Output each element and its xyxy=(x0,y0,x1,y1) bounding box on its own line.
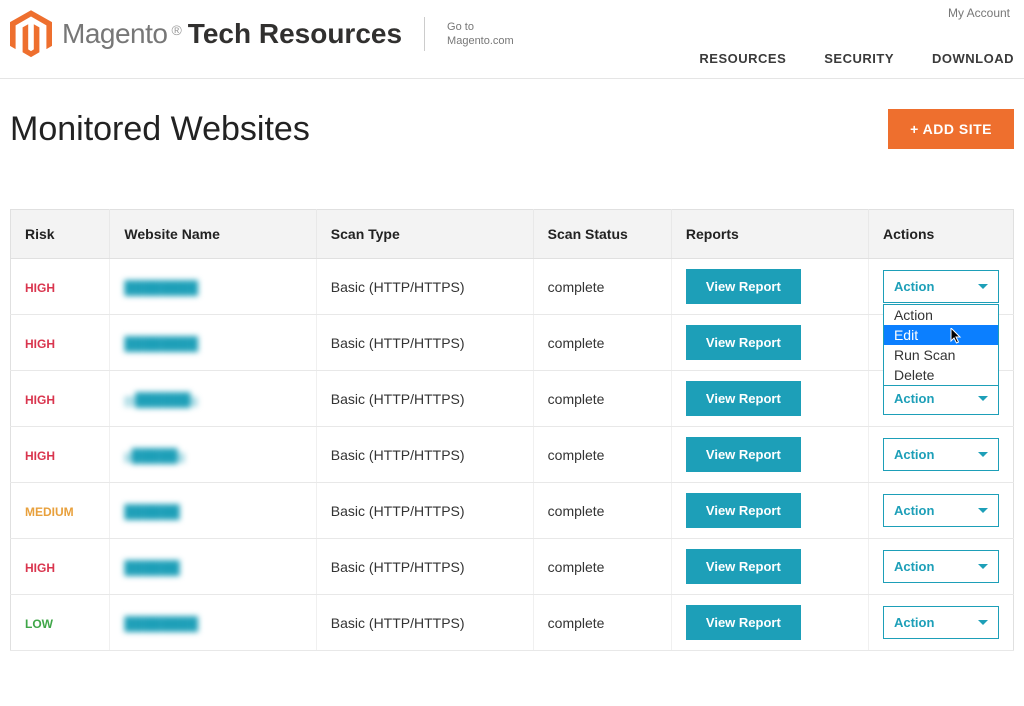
table-header-row: Risk Website Name Scan Type Scan Status … xyxy=(11,210,1014,259)
cursor-icon xyxy=(950,328,964,346)
logo-text: Magento® Tech Resources xyxy=(62,18,402,50)
website-name-link[interactable]: ██████ xyxy=(124,560,179,575)
action-dropdown-button[interactable]: Action xyxy=(883,606,999,639)
scan-type: Basic (HTTP/HTTPS) xyxy=(316,259,533,315)
divider xyxy=(424,17,425,51)
risk-badge: HIGH xyxy=(25,561,55,575)
scan-status: complete xyxy=(533,539,671,595)
table-row: HIGH ████████ Basic (HTTP/HTTPS)complete Vi… xyxy=(11,315,1014,371)
chevron-down-icon xyxy=(978,452,988,457)
dropdown-item-action[interactable]: Action xyxy=(884,305,998,325)
action-dropdown-button[interactable]: Action xyxy=(883,270,999,303)
chevron-down-icon xyxy=(978,284,988,289)
th-status: Scan Status xyxy=(533,210,671,259)
view-report-button[interactable]: View Report xyxy=(686,325,801,360)
view-report-button[interactable]: View Report xyxy=(686,381,801,416)
dropdown-item-edit[interactable]: Edit xyxy=(884,325,998,345)
view-report-button[interactable]: View Report xyxy=(686,269,801,304)
my-account-link[interactable]: My Account xyxy=(948,6,1010,20)
action-label: Action xyxy=(894,279,934,294)
action-dropdown-button[interactable]: Action xyxy=(883,494,999,527)
scan-status: complete xyxy=(533,427,671,483)
view-report-button[interactable]: View Report xyxy=(686,493,801,528)
websites-table: Risk Website Name Scan Type Scan Status … xyxy=(10,209,1014,651)
risk-badge: HIGH xyxy=(25,449,55,463)
page-head: Monitored Websites + ADD SITE xyxy=(10,109,1014,149)
header: Magento® Tech Resources Go to Magento.co… xyxy=(0,0,1024,79)
th-actions: Actions xyxy=(868,210,1013,259)
action-label: Action xyxy=(894,447,934,462)
nav: RESOURCES SECURITY DOWNLOAD xyxy=(699,51,1014,66)
chevron-down-icon xyxy=(978,508,988,513)
nav-resources[interactable]: RESOURCES xyxy=(699,51,786,66)
th-reports: Reports xyxy=(671,210,868,259)
scan-type: Basic (HTTP/HTTPS) xyxy=(316,539,533,595)
chevron-down-icon xyxy=(978,396,988,401)
scan-type: Basic (HTTP/HTTPS) xyxy=(316,427,533,483)
website-name-link[interactable]: ██████ xyxy=(124,504,179,519)
action-label: Action xyxy=(894,391,934,406)
scan-status: complete xyxy=(533,371,671,427)
table-row: HIGH m██████o Basic (HTTP/HTTPS)complete Vi… xyxy=(11,371,1014,427)
action-label: Action xyxy=(894,559,934,574)
scan-status: complete xyxy=(533,315,671,371)
scan-type: Basic (HTTP/HTTPS) xyxy=(316,483,533,539)
action-dropdown-button[interactable]: Action xyxy=(883,438,999,471)
table-row: LOW ████████ Basic (HTTP/HTTPS)complete Vie… xyxy=(11,595,1014,651)
dropdown-item-delete[interactable]: Delete xyxy=(884,365,998,385)
th-risk: Risk xyxy=(11,210,110,259)
scan-type: Basic (HTTP/HTTPS) xyxy=(316,371,533,427)
scan-type: Basic (HTTP/HTTPS) xyxy=(316,315,533,371)
logo[interactable]: Magento® Tech Resources xyxy=(10,10,402,58)
chevron-down-icon xyxy=(978,564,988,569)
chevron-down-icon xyxy=(978,620,988,625)
website-name-link[interactable]: ████████ xyxy=(124,616,198,631)
magento-logo-icon xyxy=(10,10,52,58)
action-dropdown-button[interactable]: Action xyxy=(883,550,999,583)
goto-link[interactable]: Go to Magento.com xyxy=(447,20,514,49)
table-row: HIGH ██████ Basic (HTTP/HTTPS)complete View… xyxy=(11,539,1014,595)
risk-badge: HIGH xyxy=(25,281,55,295)
scan-status: complete xyxy=(533,259,671,315)
scan-type: Basic (HTTP/HTTPS) xyxy=(316,595,533,651)
website-name-link[interactable]: ████████ xyxy=(124,336,198,351)
website-name-link[interactable]: p█████o xyxy=(124,448,185,463)
website-name-link[interactable]: m██████o xyxy=(124,392,197,407)
page-title: Monitored Websites xyxy=(10,110,310,149)
action-label: Action xyxy=(894,503,934,518)
page: Monitored Websites + ADD SITE Risk Websi… xyxy=(0,79,1024,661)
nav-download[interactable]: DOWNLOAD xyxy=(932,51,1014,66)
risk-badge: LOW xyxy=(25,617,53,631)
action-dropdown-button[interactable]: Action xyxy=(883,382,999,415)
risk-badge: MEDIUM xyxy=(25,505,74,519)
scan-status: complete xyxy=(533,595,671,651)
risk-badge: HIGH xyxy=(25,337,55,351)
th-name: Website Name xyxy=(110,210,316,259)
action-label: Action xyxy=(894,615,934,630)
table-row: MEDIUM ██████ Basic (HTTP/HTTPS)complete Vi… xyxy=(11,483,1014,539)
dropdown-item-run-scan[interactable]: Run Scan xyxy=(884,345,998,365)
website-name-link[interactable]: ████████ xyxy=(124,280,198,295)
th-type: Scan Type xyxy=(316,210,533,259)
scan-status: complete xyxy=(533,483,671,539)
add-site-button[interactable]: + ADD SITE xyxy=(888,109,1014,149)
risk-badge: HIGH xyxy=(25,393,55,407)
table-row: HIGH ████████ Basic (HTTP/HTTPS)complete Vi… xyxy=(11,259,1014,315)
view-report-button[interactable]: View Report xyxy=(686,605,801,640)
view-report-button[interactable]: View Report xyxy=(686,437,801,472)
table-row: HIGH p█████o Basic (HTTP/HTTPS)complete Vie… xyxy=(11,427,1014,483)
action-dropdown-menu: ActionEditRun ScanDelete xyxy=(883,304,999,386)
nav-security[interactable]: SECURITY xyxy=(824,51,894,66)
view-report-button[interactable]: View Report xyxy=(686,549,801,584)
